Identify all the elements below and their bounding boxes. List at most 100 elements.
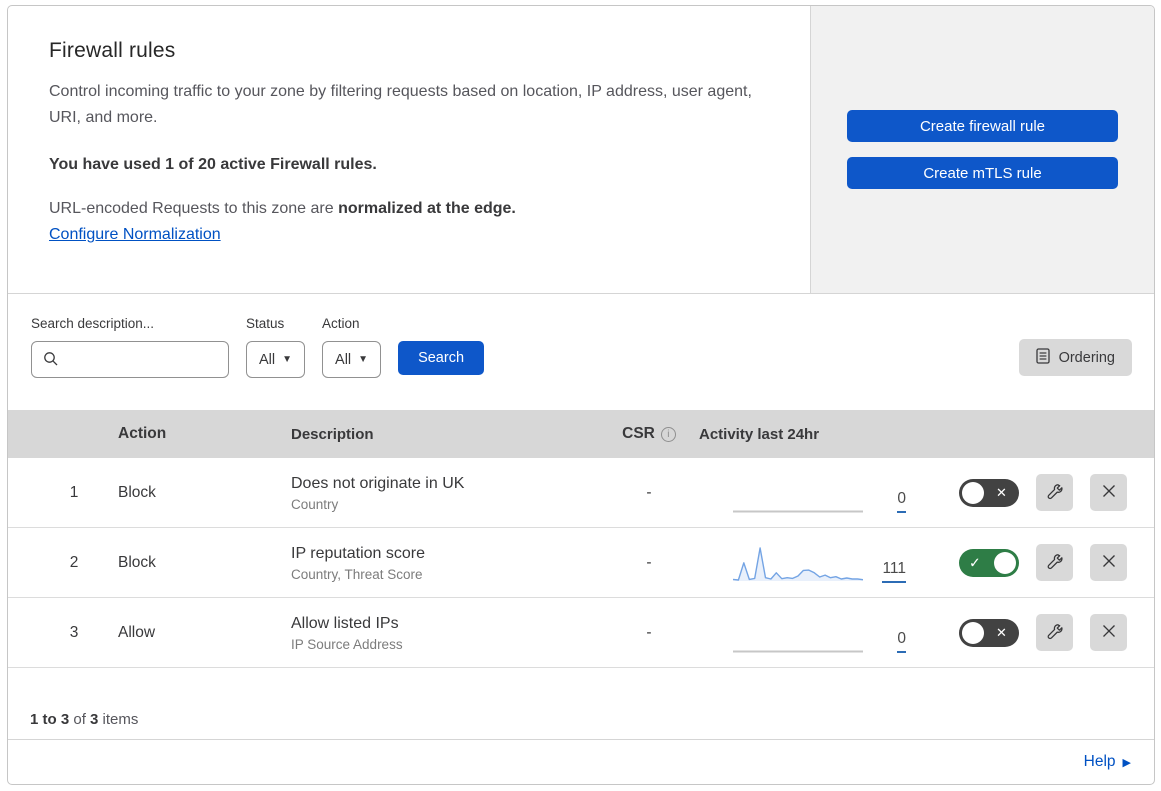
wrench-icon: [1046, 623, 1063, 643]
ordering-list-icon: [1035, 347, 1050, 368]
rule-csr-value: -: [646, 553, 652, 571]
help-row: Help ▶: [8, 740, 1154, 784]
rule-enabled-toggle[interactable]: ✓ ✕: [959, 548, 1019, 577]
close-icon: [1101, 623, 1117, 642]
pagination-summary: 1 to 3 of 3 items: [8, 668, 1154, 740]
rule-enabled-toggle[interactable]: ✓ ✕: [959, 618, 1019, 647]
rule-fields: Country: [291, 497, 339, 513]
usage-note: You have used 1 of 20 active Firewall ru…: [49, 155, 377, 173]
rule-priority: 3: [69, 623, 79, 641]
wrench-icon: [1046, 483, 1063, 503]
chevron-down-icon: ▼: [358, 354, 369, 365]
help-label: Help: [1083, 753, 1116, 770]
csr-column-header: CSR i: [599, 425, 699, 443]
page: Firewall rules Control incoming traffic …: [0, 0, 1161, 791]
create-mtls-rule-button[interactable]: Create mTLS rule: [847, 157, 1118, 189]
rule-activity-cell: 111: [699, 543, 914, 583]
header-text-block: Firewall rules Control incoming traffic …: [8, 6, 810, 293]
page-description: Control incoming traffic to your zone by…: [49, 83, 752, 126]
table-row: 1 Block Does not originate in UK Country…: [8, 458, 1154, 528]
rule-controls: ✓ ✕: [914, 614, 1154, 651]
search-button[interactable]: Search: [398, 341, 485, 375]
rule-priority: 2: [69, 553, 79, 571]
rule-activity-cell: 0: [699, 473, 914, 513]
status-label: Status: [246, 316, 285, 331]
header-section: Firewall rules Control incoming traffic …: [8, 6, 1154, 294]
status-selected-value: All: [259, 351, 276, 368]
activity-count-link[interactable]: 0: [897, 630, 906, 653]
rule-description-cell: IP reputation score Country, Threat Scor…: [291, 543, 599, 583]
info-icon[interactable]: i: [660, 426, 676, 442]
configure-normalization-link[interactable]: Configure Normalization: [49, 226, 221, 244]
rule-description: Does not originate in UK: [291, 474, 465, 492]
table-header-row: Action Description CSR i Activity last 2…: [8, 410, 1154, 458]
ordering-button[interactable]: Ordering: [1018, 339, 1132, 376]
search-group: Search description...: [31, 316, 229, 378]
edit-rule-button[interactable]: [1036, 614, 1073, 651]
rule-description-cell: Allow listed IPs IP Source Address: [291, 613, 599, 653]
pagination-of: of: [69, 711, 91, 728]
action-label: Action: [322, 316, 360, 331]
pagination-range: 1 to 3: [30, 711, 70, 728]
rule-description: Allow listed IPs: [291, 614, 399, 632]
rule-action: Block: [118, 483, 156, 501]
wrench-icon: [1046, 553, 1063, 573]
activity-column-header: Activity last 24hr: [699, 425, 820, 443]
edit-rule-button[interactable]: [1036, 544, 1073, 581]
toggle-knob: [962, 621, 984, 644]
rule-csr-value: -: [646, 483, 652, 501]
activity-count-link[interactable]: 0: [897, 490, 906, 513]
description-column-header: Description: [291, 425, 374, 443]
action-filter-group: Action All ▼: [322, 316, 382, 378]
rule-enabled-toggle[interactable]: ✓ ✕: [959, 478, 1019, 507]
actions-panel: Create firewall rule Create mTLS rule: [810, 6, 1154, 293]
normalization-note: URL-encoded Requests to this zone are no…: [49, 200, 780, 218]
rule-activity-cell: 0: [699, 613, 914, 653]
filter-bar: Search description... Status All ▼ Actio…: [8, 294, 1154, 410]
check-icon: ✓: [969, 554, 981, 571]
status-select[interactable]: All ▼: [246, 341, 306, 378]
normalization-prefix: URL-encoded Requests to this zone are: [49, 199, 339, 217]
firewall-rules-card: Firewall rules Control incoming traffic …: [7, 5, 1155, 785]
search-description-input[interactable]: [31, 341, 229, 378]
rule-description: IP reputation score: [291, 544, 426, 562]
chevron-down-icon: ▼: [282, 354, 293, 365]
x-icon: ✕: [996, 484, 1007, 500]
help-link[interactable]: Help ▶: [1084, 753, 1131, 771]
arrow-right-icon: ▶: [1122, 756, 1131, 769]
pagination-items: items: [98, 711, 139, 728]
rule-controls: ✓ ✕: [914, 474, 1154, 511]
action-column-header: Action: [118, 425, 167, 442]
table-row: 2 Block IP reputation score Country, Thr…: [8, 528, 1154, 598]
status-filter-group: Status All ▼: [246, 316, 306, 378]
search-icon: [43, 351, 59, 372]
create-firewall-rule-button[interactable]: Create firewall rule: [847, 110, 1118, 142]
table-row: 3 Allow Allow listed IPs IP Source Addre…: [8, 598, 1154, 668]
x-icon: ✕: [996, 624, 1007, 640]
activity-sparkline: [733, 473, 863, 513]
rule-description-cell: Does not originate in UK Country: [291, 473, 599, 513]
search-label: Search description...: [31, 316, 155, 331]
close-icon: [1101, 553, 1117, 572]
edit-rule-button[interactable]: [1036, 474, 1073, 511]
delete-rule-button[interactable]: [1090, 544, 1127, 581]
activity-sparkline: [733, 613, 863, 653]
search-box: [31, 341, 229, 378]
rule-controls: ✓ ✕: [914, 544, 1154, 581]
normalization-bold: normalized at the edge.: [338, 199, 516, 217]
action-select[interactable]: All ▼: [322, 341, 382, 378]
activity-count-link[interactable]: 111: [882, 560, 906, 583]
rule-fields: IP Source Address: [291, 637, 403, 653]
delete-rule-button[interactable]: [1090, 474, 1127, 511]
delete-rule-button[interactable]: [1090, 614, 1127, 651]
rule-priority: 1: [69, 483, 79, 501]
toggle-knob: [962, 481, 984, 504]
ordering-button-label: Ordering: [1058, 349, 1115, 366]
close-icon: [1101, 483, 1117, 502]
csr-header-label: CSR: [622, 425, 655, 442]
rule-csr-value: -: [646, 623, 652, 641]
activity-sparkline: [732, 543, 864, 583]
toggle-knob: [994, 551, 1016, 574]
action-selected-value: All: [335, 351, 352, 368]
page-title: Firewall rules: [49, 39, 176, 62]
